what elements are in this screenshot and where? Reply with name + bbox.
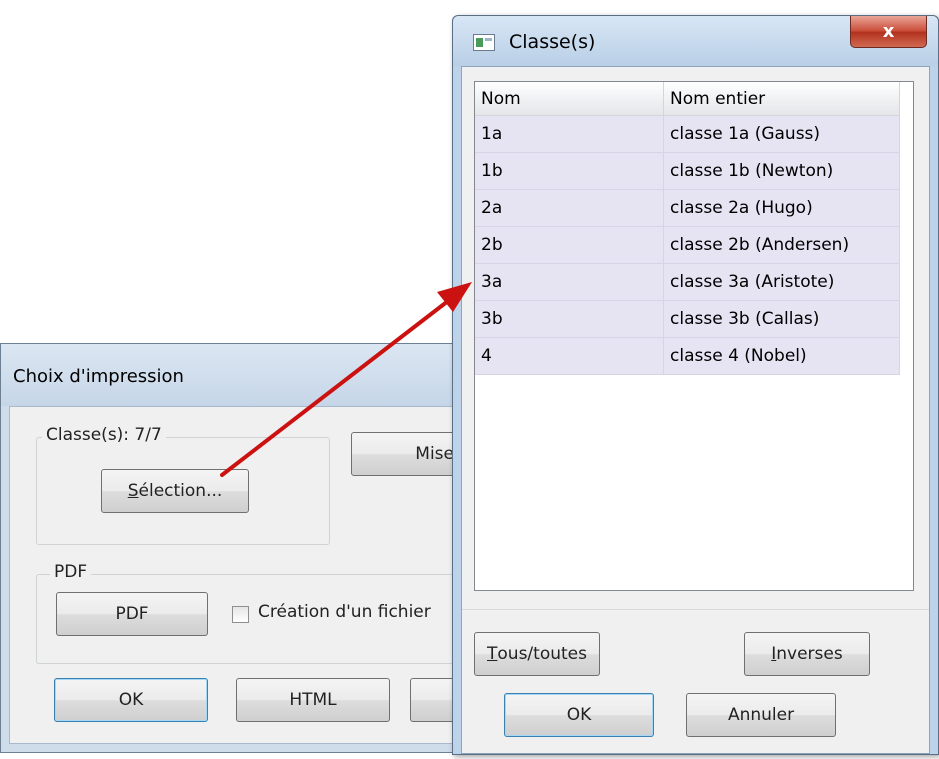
cell-nom-entier: classe 1a (Gauss) [663,115,900,153]
create-file-label[interactable]: Création d'un fichier [258,602,431,622]
cell-nom: 3a [475,263,664,301]
print-dialog-titlebar[interactable]: Choix d'impression [1,344,469,406]
classes-table: Nom Nom entier 1a classe 1a (Gauss) 1b cla… [475,82,900,375]
cell-nom-entier: classe 3a (Aristote) [663,263,900,301]
selection-label-rest: élection... [138,481,223,501]
classes-dialog-body: Nom Nom entier 1a classe 1a (Gauss) 1b cla… [461,66,930,754]
mise-button-label: Mise [415,444,454,464]
close-button[interactable]: x [850,16,927,48]
column-header-nom-entier[interactable]: Nom entier [663,82,900,116]
cancel-label: Annuler [727,705,795,725]
cell-nom-entier: classe 2b (Andersen) [663,226,900,264]
cell-nom: 1a [475,115,664,153]
select-all-accel: T [487,644,498,664]
print-ok-label: OK [118,690,144,710]
cell-nom-entier: classe 2a (Hugo) [663,189,900,227]
print-dialog-title: Choix d'impression [13,366,184,387]
classes-dialog-titlebar[interactable]: Classe(s) x [453,16,938,66]
invert-label-rest: nverses [776,644,843,664]
selection-accel: S [127,481,139,501]
table-row[interactable]: 2a classe 2a (Hugo) [475,189,900,227]
cell-nom: 1b [475,152,664,190]
cell-nom: 2b [475,226,664,264]
cell-nom-entier: classe 1b (Newton) [663,152,900,190]
classes-list[interactable]: Nom Nom entier 1a classe 1a (Gauss) 1b cla… [474,81,914,591]
table-row[interactable]: 1a classe 1a (Gauss) [475,115,900,153]
print-options-dialog: Choix d'impression Classe(s): 7/7 Sélect… [0,343,510,753]
table-row[interactable]: 3a classe 3a (Aristote) [475,263,900,301]
select-all-label-rest: ous/toutes [497,644,587,664]
classes-ok-button[interactable]: OK [504,693,654,737]
print-dialog-body: Classe(s): 7/7 Sélection... Mise PDF PDF… [9,406,510,744]
cell-nom: 3b [475,300,664,338]
table-row[interactable]: 3b classe 3b (Callas) [475,300,900,338]
create-file-checkbox[interactable] [232,606,249,623]
classes-dialog-title: Classe(s) [509,31,596,53]
selection-button[interactable]: Sélection... [101,469,249,513]
table-row[interactable]: 4 classe 4 (Nobel) [475,337,900,375]
column-header-nom[interactable]: Nom [475,82,664,116]
classes-dialog: Classe(s) x Nom Nom entier 1a classe 1a (… [452,15,939,755]
close-icon: x [882,21,895,42]
cell-nom-entier: classe 3b (Callas) [663,300,900,338]
cell-nom-entier: classe 4 (Nobel) [663,337,900,375]
table-row[interactable]: 2b classe 2b (Andersen) [475,226,900,264]
print-ok-button[interactable]: OK [54,678,208,722]
select-all-button[interactable]: Tous/toutes [474,632,600,676]
html-button-label: HTML [289,690,337,710]
table-row[interactable]: 1b classe 1b (Newton) [475,152,900,190]
classes-group-label: Classe(s): 7/7 [42,425,166,445]
cell-nom: 2a [475,189,664,227]
classes-ok-label: OK [566,705,592,725]
pdf-button-label: PDF [115,604,149,624]
pdf-group-label: PDF [50,562,92,582]
table-header-row: Nom Nom entier [475,82,900,116]
html-button[interactable]: HTML [236,678,390,722]
separator [462,609,929,610]
window-app-icon [473,34,495,51]
invert-selection-button[interactable]: Inverses [744,632,870,676]
cell-nom: 4 [475,337,664,375]
pdf-button[interactable]: PDF [56,592,208,636]
cancel-button[interactable]: Annuler [686,693,836,737]
